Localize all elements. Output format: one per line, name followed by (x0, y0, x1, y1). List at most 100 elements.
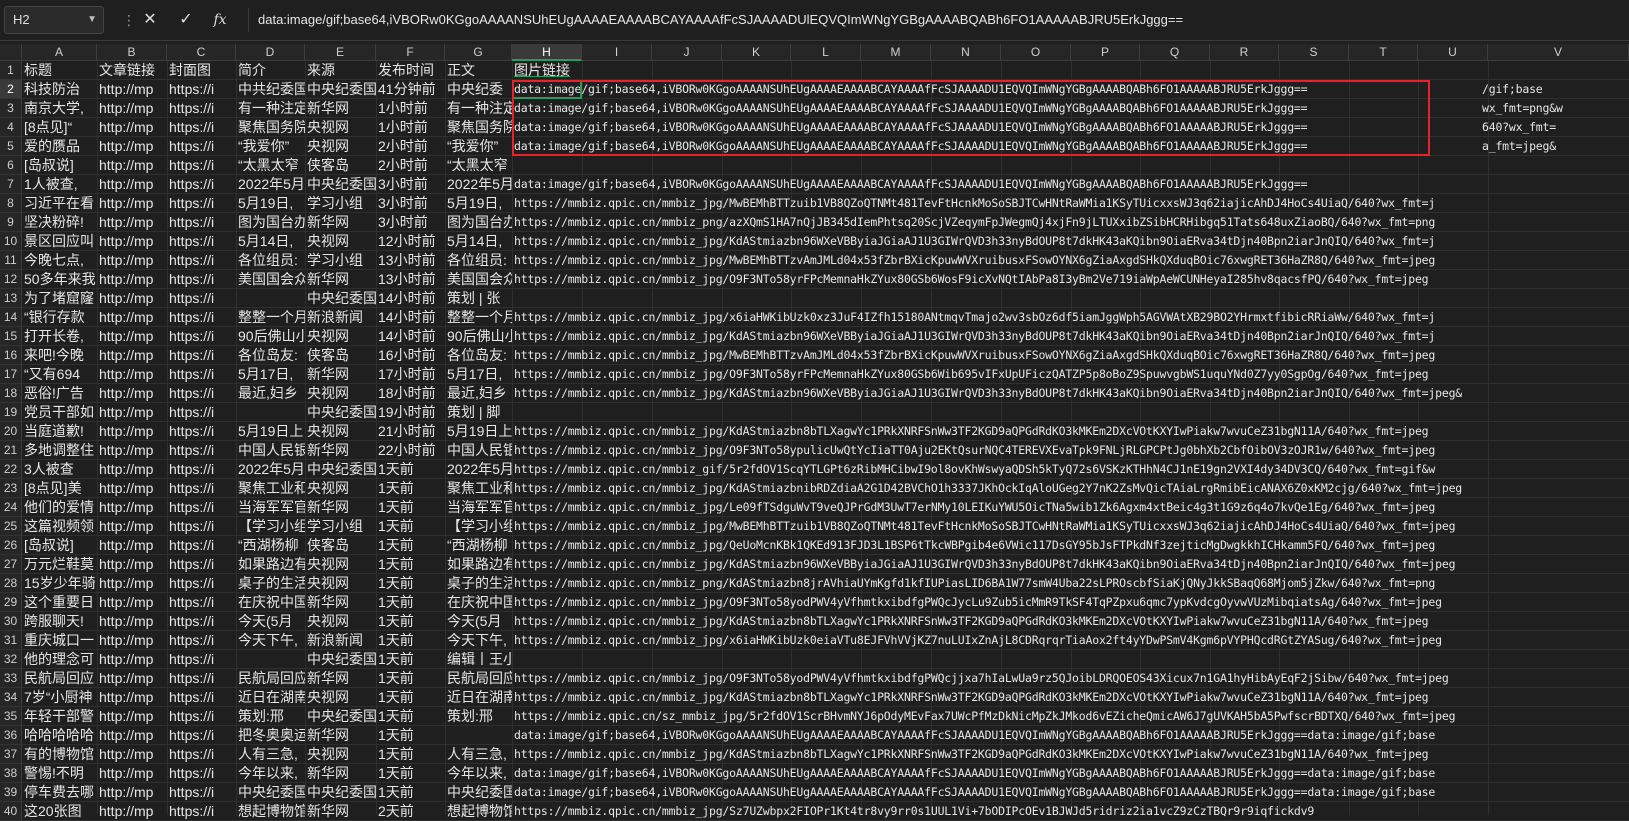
cell-f9[interactable]: 3小时前 (376, 213, 445, 232)
column-header-i[interactable]: I (582, 44, 652, 61)
cell-e35[interactable]: 中央纪委国 (305, 707, 376, 726)
cell-h15[interactable]: https://mmbiz.qpic.cn/mmbiz_jpg/KdAStmia… (512, 327, 1488, 346)
cell-d26[interactable]: “西湖杨柳 (236, 536, 305, 555)
cell-e30[interactable]: 央视网 (305, 612, 376, 631)
cell-d3[interactable]: 有一种注定 (236, 99, 305, 118)
cell-d11[interactable]: 各位组员: (236, 251, 305, 270)
cell-e31[interactable]: 新浪新闻 (305, 631, 376, 650)
cell-a25[interactable]: 这篇视频领 (22, 517, 97, 536)
cell-h35[interactable]: https://mmbiz.qpic.cn/sz_mmbiz_jpg/5r2fd… (512, 707, 1488, 726)
cell-f40[interactable]: 2天前 (376, 802, 445, 821)
cell-a3[interactable]: 南京大学, (22, 99, 97, 118)
row-header[interactable]: 11 (0, 251, 22, 270)
cell-h24[interactable]: https://mmbiz.qpic.cn/mmbiz_jpg/Le09fTSd… (512, 498, 1488, 517)
cell-h31[interactable]: https://mmbiz.qpic.cn/mmbiz_jpg/x6iaHWKi… (512, 631, 1488, 650)
cell-a11[interactable]: 今晚七点, (22, 251, 97, 270)
cell-h16[interactable]: https://mmbiz.qpic.cn/mmbiz_jpg/MwBEMhBT… (512, 346, 1488, 365)
cell-d37[interactable]: 人有三急, (236, 745, 305, 764)
row-header[interactable]: 40 (0, 802, 22, 821)
cell-b39[interactable]: http://mp (97, 783, 167, 802)
cell-b5[interactable]: http://mp (97, 137, 167, 156)
cell-f17[interactable]: 17小时前 (376, 365, 445, 384)
cell-d29[interactable]: 在庆祝中国 (236, 593, 305, 612)
cell-d8[interactable]: 5月19日, (236, 194, 305, 213)
cell-f23[interactable]: 1天前 (376, 479, 445, 498)
cell-h7[interactable]: data:image/gif;base64,iVBORw0KGgoAAAANSU… (512, 175, 1488, 194)
column-header-p[interactable]: P (1071, 44, 1140, 61)
cell-f4[interactable]: 1小时前 (376, 118, 445, 137)
row-header[interactable]: 5 (0, 137, 22, 156)
cell-e7[interactable]: 中央纪委国 (305, 175, 376, 194)
cell-f16[interactable]: 16小时前 (376, 346, 445, 365)
column-header-r[interactable]: R (1210, 44, 1279, 61)
row-header[interactable]: 9 (0, 213, 22, 232)
cell-a28[interactable]: 15岁少年骑 (22, 574, 97, 593)
cell-c6[interactable]: https://i (167, 156, 236, 175)
row-header[interactable]: 24 (0, 498, 22, 517)
cell-e5[interactable]: 央视网 (305, 137, 376, 156)
cell-f26[interactable]: 1天前 (376, 536, 445, 555)
cell-c19[interactable]: https://i (167, 403, 236, 422)
cell-g31[interactable]: 今天下午, (445, 631, 512, 650)
cell-h6[interactable] (512, 156, 1488, 175)
cell-d31[interactable]: 今天下午, (236, 631, 305, 650)
cell-g40[interactable]: 想起博物馆 (445, 802, 512, 821)
cell-e19[interactable]: 中央纪委国 (305, 403, 376, 422)
cell-d30[interactable]: 今天(5月 (236, 612, 305, 631)
cell-c40[interactable]: https://i (167, 802, 236, 821)
cell-e16[interactable]: 侠客岛 (305, 346, 376, 365)
cell-d2[interactable]: 中共纪委国 (236, 80, 305, 99)
cell-a8[interactable]: 习近平在看 (22, 194, 97, 213)
cell-g15[interactable]: 90后佛山小 (445, 327, 512, 346)
cell-h26[interactable]: https://mmbiz.qpic.cn/mmbiz_jpg/QeUoMcnK… (512, 536, 1488, 555)
cell-c29[interactable]: https://i (167, 593, 236, 612)
cell-d6[interactable]: “太黑太窄 (236, 156, 305, 175)
cell-f1[interactable]: 发布时间 (376, 61, 445, 80)
cell-b22[interactable]: http://mp (97, 460, 167, 479)
cell-f14[interactable]: 14小时前 (376, 308, 445, 327)
cell-g12[interactable]: 美国国会众 (445, 270, 512, 289)
cell-b19[interactable]: http://mp (97, 403, 167, 422)
column-header-k[interactable]: K (722, 44, 791, 61)
cell-f37[interactable]: 1天前 (376, 745, 445, 764)
cell-h39[interactable]: data:image/gif;base64,iVBORw0KGgoAAAANSU… (512, 783, 1488, 802)
cell-c13[interactable]: https://i (167, 289, 236, 308)
cell-b10[interactable]: http://mp (97, 232, 167, 251)
cell-a31[interactable]: 重庆城口一 (22, 631, 97, 650)
cell-c25[interactable]: https://i (167, 517, 236, 536)
cell-e9[interactable]: 新华网 (305, 213, 376, 232)
cell-h38[interactable]: data:image/gif;base64,iVBORw0KGgoAAAANSU… (512, 764, 1488, 783)
cell-d40[interactable]: 想起博物馆 (236, 802, 305, 821)
cell-g17[interactable]: 5月17日, (445, 365, 512, 384)
cell-e37[interactable]: 央视网 (305, 745, 376, 764)
cell-v5[interactable]: a_fmt=jpeg& (1480, 137, 1629, 156)
cell-d14[interactable]: 整整一个月 (236, 308, 305, 327)
cell-b28[interactable]: http://mp (97, 574, 167, 593)
cell-h32[interactable] (512, 650, 1488, 669)
cell-g24[interactable]: 当海军军官 (445, 498, 512, 517)
cell-g19[interactable]: 策划 | 脚 (445, 403, 512, 422)
cell-b8[interactable]: http://mp (97, 194, 167, 213)
cell-c37[interactable]: https://i (167, 745, 236, 764)
cell-c32[interactable]: https://i (167, 650, 236, 669)
row-header[interactable]: 15 (0, 327, 22, 346)
column-header-g[interactable]: G (445, 44, 512, 61)
cell-g4[interactable]: 聚焦国务院 (445, 118, 512, 137)
cell-h25[interactable]: https://mmbiz.qpic.cn/mmbiz_jpg/MwBEMhBT… (512, 517, 1488, 536)
cell-a16[interactable]: 来吧!今晚 (22, 346, 97, 365)
cell-e36[interactable]: 新华网 (305, 726, 376, 745)
cell-e28[interactable]: 央视网 (305, 574, 376, 593)
cell-c18[interactable]: https://i (167, 384, 236, 403)
row-header[interactable]: 10 (0, 232, 22, 251)
column-header-j[interactable]: J (652, 44, 722, 61)
cell-e34[interactable]: 央视网 (305, 688, 376, 707)
column-header-l[interactable]: L (791, 44, 861, 61)
cell-g35[interactable]: 策划:邢 (445, 707, 512, 726)
row-header[interactable]: 2 (0, 80, 22, 99)
cell-c38[interactable]: https://i (167, 764, 236, 783)
cell-h3[interactable]: data:image/gif;base64,iVBORw0KGgoAAAANSU… (512, 99, 1453, 118)
cell-h34[interactable]: https://mmbiz.qpic.cn/mmbiz_jpg/KdAStmia… (512, 688, 1488, 707)
row-header[interactable]: 31 (0, 631, 22, 650)
cell-c11[interactable]: https://i (167, 251, 236, 270)
row-header[interactable]: 7 (0, 175, 22, 194)
